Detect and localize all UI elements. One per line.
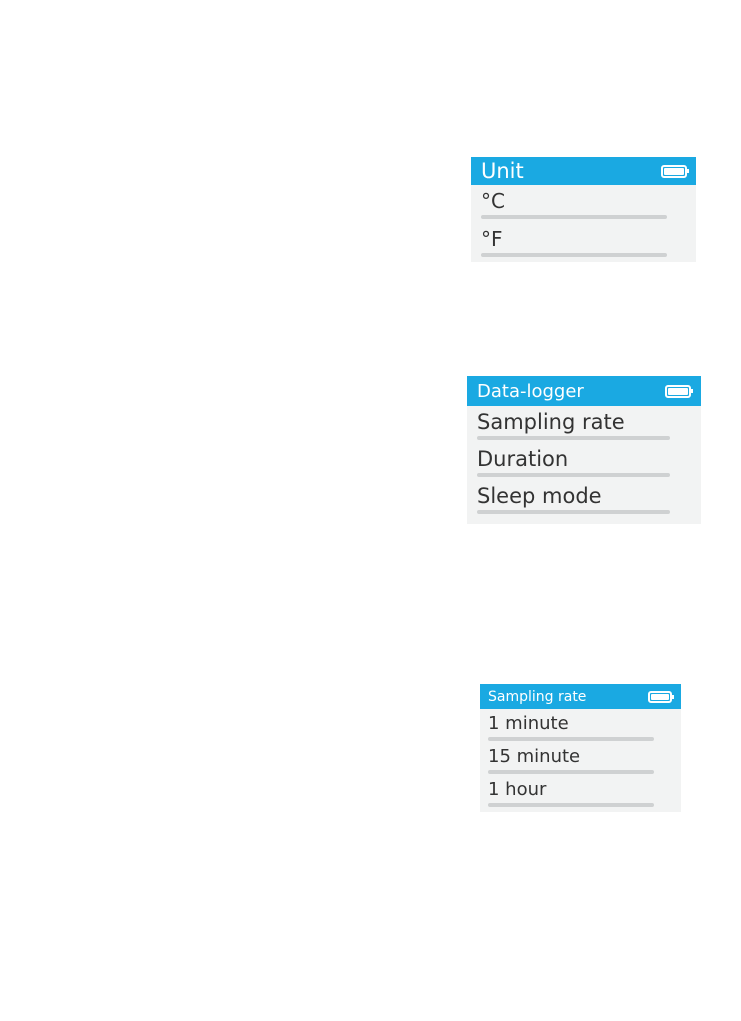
menu-item-label: °C — [481, 189, 505, 213]
menu-item-1-hour[interactable]: 1 hour — [480, 775, 681, 808]
unit-menu-screen: Unit °C °F — [471, 157, 696, 262]
menu-item-label: 1 hour — [488, 779, 547, 800]
battery-full-icon — [661, 164, 689, 178]
data-logger-menu-title: Data-logger — [477, 380, 584, 402]
item-separator — [477, 510, 670, 514]
sampling-rate-menu-header: Sampling rate — [480, 684, 681, 709]
data-logger-menu-screen: Data-logger Sampling rate Duration Sleep… — [467, 376, 701, 524]
battery-full-icon — [665, 384, 693, 398]
menu-item-label: Sampling rate — [477, 410, 625, 434]
item-separator — [481, 215, 667, 219]
menu-item-1-minute[interactable]: 1 minute — [480, 709, 681, 742]
menu-item-15-minute[interactable]: 15 minute — [480, 742, 681, 775]
unit-menu-title: Unit — [481, 159, 524, 183]
item-separator — [477, 436, 670, 440]
menu-item-fahrenheit[interactable]: °F — [471, 223, 696, 261]
item-separator — [488, 803, 654, 807]
menu-item-duration[interactable]: Duration — [467, 443, 701, 480]
menu-item-label: 1 minute — [488, 713, 569, 734]
menu-item-label: Sleep mode — [477, 484, 602, 508]
menu-item-label: °F — [481, 227, 503, 251]
item-separator — [477, 473, 670, 477]
menu-item-sampling-rate[interactable]: Sampling rate — [467, 406, 701, 443]
menu-item-sleep-mode[interactable]: Sleep mode — [467, 480, 701, 517]
data-logger-menu-header: Data-logger — [467, 376, 701, 406]
item-separator — [488, 737, 654, 741]
unit-menu-header: Unit — [471, 157, 696, 185]
item-separator — [481, 253, 667, 257]
sampling-rate-menu-screen: Sampling rate 1 minute 15 minute 1 hour — [480, 684, 681, 812]
menu-item-label: Duration — [477, 447, 569, 471]
menu-item-label: 15 minute — [488, 746, 581, 767]
menu-item-celsius[interactable]: °C — [471, 185, 696, 223]
battery-full-icon — [648, 690, 674, 703]
sampling-rate-menu-title: Sampling rate — [488, 688, 587, 705]
item-separator — [488, 770, 654, 774]
